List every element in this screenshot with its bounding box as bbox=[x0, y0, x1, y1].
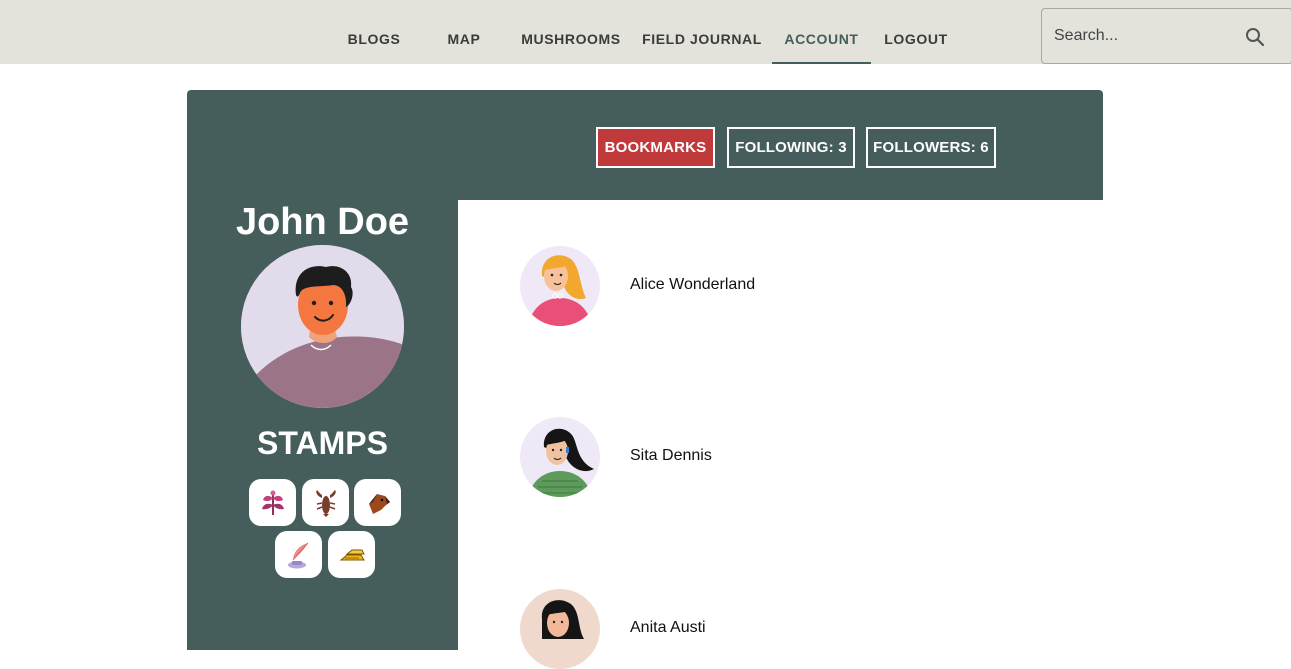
gold-bars-stamp-icon[interactable] bbox=[328, 531, 375, 578]
avatar bbox=[520, 417, 600, 497]
avatar bbox=[520, 589, 600, 669]
profile-name: John Doe bbox=[235, 201, 410, 243]
list-item[interactable]: Anita Austi bbox=[520, 589, 1040, 669]
tab-followers[interactable]: FOLLOWERS: 6 bbox=[866, 127, 996, 168]
person-name: Alice Wonderland bbox=[630, 276, 756, 293]
user-avatar bbox=[241, 245, 404, 408]
profile-card: BOOKMARKS FOLLOWING: 3 FOLLOWERS: 6 John… bbox=[187, 90, 1103, 669]
nav-account[interactable]: ACCOUNT bbox=[772, 0, 871, 64]
nav-map[interactable]: MAP bbox=[440, 0, 488, 64]
tab-bookmarks[interactable]: BOOKMARKS bbox=[596, 127, 715, 168]
person-name: Sita Dennis bbox=[630, 447, 712, 464]
flower-stamp-icon[interactable] bbox=[249, 479, 296, 526]
nav-logout[interactable]: LOGOUT bbox=[880, 0, 952, 64]
nav-mushrooms[interactable]: MUSHROOMS bbox=[518, 0, 624, 64]
avatar bbox=[520, 246, 600, 326]
search-icon[interactable] bbox=[1243, 25, 1267, 49]
lobster-stamp-icon[interactable] bbox=[302, 479, 349, 526]
list-item[interactable]: Sita Dennis bbox=[520, 417, 1040, 497]
search-box bbox=[1041, 8, 1291, 64]
bookmarks-list: Alice Wonderland Sita Dennis Anita Austi bbox=[458, 200, 1103, 669]
stamps-title: STAMPS bbox=[257, 425, 388, 461]
feather-inkwell-stamp-icon[interactable] bbox=[275, 531, 322, 578]
list-item[interactable]: Alice Wonderland bbox=[520, 246, 1040, 326]
nav-blogs[interactable]: BLOGS bbox=[344, 0, 404, 64]
nav-field-journal[interactable]: FIELD JOURNAL bbox=[642, 0, 762, 64]
top-navbar: BLOGS MAP MUSHROOMS FIELD JOURNAL ACCOUN… bbox=[0, 0, 1291, 64]
tab-following[interactable]: FOLLOWING: 3 bbox=[727, 127, 855, 168]
search-input[interactable] bbox=[1054, 23, 1234, 49]
person-name: Anita Austi bbox=[630, 619, 706, 636]
dog-stamp-icon[interactable] bbox=[354, 479, 401, 526]
